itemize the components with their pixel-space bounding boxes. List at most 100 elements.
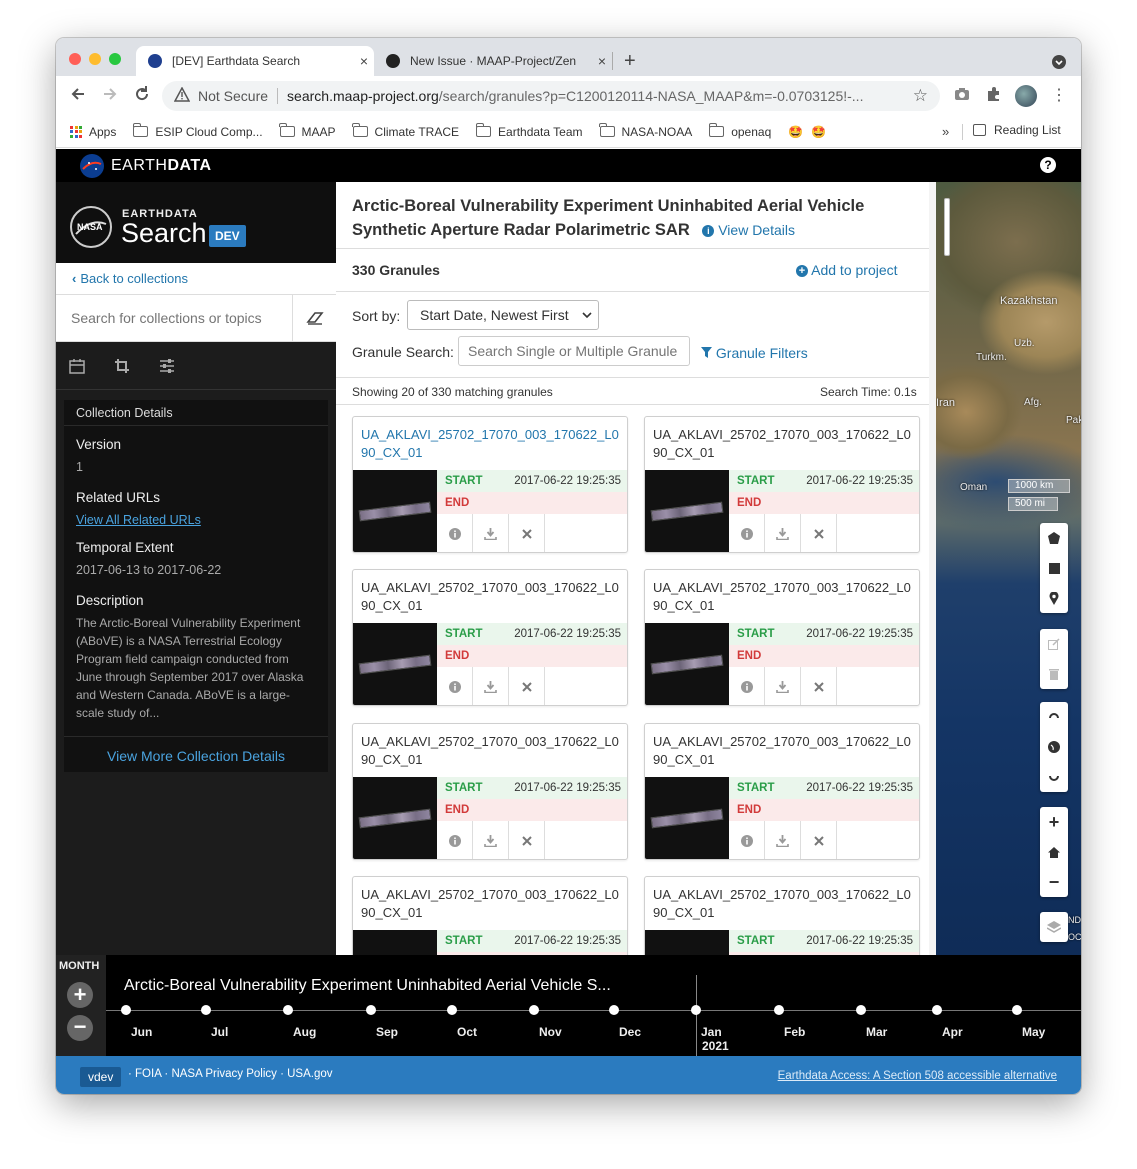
timeline-month-marker[interactable] <box>774 1005 784 1015</box>
granule-id[interactable]: UA_AKLAVI_25702_17070_003_170622_L090_CX… <box>361 733 623 769</box>
panel-resize-handle[interactable] <box>944 198 950 256</box>
back-arrow-icon[interactable] <box>66 84 90 108</box>
download-icon[interactable] <box>765 667 801 705</box>
new-tab-button[interactable]: + <box>624 50 636 73</box>
edit-shape-icon[interactable] <box>1040 629 1068 659</box>
timeline-month-marker[interactable] <box>121 1005 131 1015</box>
timeline-month-label[interactable]: Oct <box>457 1025 477 1039</box>
bookmark-climate-trace[interactable]: Climate TRACE <box>352 123 459 139</box>
download-icon[interactable] <box>473 514 509 552</box>
reload-icon[interactable] <box>130 84 154 108</box>
granule-card[interactable]: UA_AKLAVI_25702_17070_003_170622_L090_CX… <box>352 569 628 706</box>
timeline-month-label[interactable]: Sep <box>376 1025 398 1039</box>
info-icon[interactable] <box>437 514 473 552</box>
granule-card[interactable]: UA_AKLAVI_25702_17070_003_170622_L090_CX… <box>644 416 920 553</box>
granule-thumbnail[interactable] <box>353 470 437 552</box>
granule-card[interactable]: UA_AKLAVI_25702_17070_003_170622_L090_CX… <box>644 876 920 955</box>
granule-id[interactable]: UA_AKLAVI_25702_17070_003_170622_L090_CX… <box>361 886 623 922</box>
bookmark-earthdata-team[interactable]: Earthdata Team <box>475 123 583 139</box>
zoom-in-icon[interactable]: + <box>1040 807 1068 837</box>
collection-search-input[interactable] <box>56 295 292 341</box>
tab-search-icon[interactable] <box>1052 55 1066 69</box>
bookmark-emoji-1[interactable]: 🤩 <box>788 125 803 139</box>
tab-earthdata-search[interactable]: [DEV] Earthdata Search × <box>136 46 374 76</box>
timeline-zoom-out-icon[interactable]: − <box>67 1015 93 1041</box>
granule-thumbnail[interactable] <box>353 623 437 705</box>
draw-polygon-icon[interactable] <box>1040 523 1068 553</box>
granule-thumbnail[interactable] <box>645 930 729 955</box>
info-icon[interactable] <box>729 667 765 705</box>
bookmark-maap[interactable]: MAAP <box>279 123 336 139</box>
map-view[interactable]: Kazakhstan Uzb. Turkm. Afg. Pak Iran Oma… <box>936 182 1081 955</box>
bookmark-openaq[interactable]: openaq <box>708 123 771 139</box>
granule-search-input[interactable] <box>458 336 690 366</box>
more-menu-icon[interactable]: ⋮ <box>1047 84 1071 108</box>
map-marker-icon[interactable] <box>1040 583 1068 613</box>
sort-select[interactable]: Start Date, Newest First <box>407 300 599 330</box>
granule-thumbnail[interactable] <box>645 470 729 552</box>
info-icon[interactable] <box>437 821 473 859</box>
timeline-month-label[interactable]: Nov <box>539 1025 562 1039</box>
timeline-month-marker[interactable] <box>691 1005 701 1015</box>
forward-arrow-icon[interactable] <box>98 84 122 108</box>
nasa-meatball-icon[interactable] <box>80 154 104 178</box>
granule-thumbnail[interactable] <box>645 623 729 705</box>
granule-thumbnail[interactable] <box>353 930 437 955</box>
layers-icon[interactable] <box>1040 912 1068 942</box>
granule-thumbnail[interactable] <box>645 777 729 859</box>
tab-new-issue[interactable]: New Issue · MAAP-Project/Zen × <box>374 46 612 76</box>
timeline-month-label[interactable]: Apr <box>942 1025 963 1039</box>
extensions-puzzle-icon[interactable] <box>982 84 1006 108</box>
back-to-collections-link[interactable]: ‹ Back to collections <box>56 263 336 295</box>
view-details-link[interactable]: i View Details <box>702 222 795 238</box>
bookmark-star-icon[interactable]: ☆ <box>913 86 928 106</box>
reading-list-button[interactable]: Reading List <box>973 123 1061 137</box>
help-icon[interactable]: ? <box>1040 157 1056 173</box>
download-icon[interactable] <box>473 667 509 705</box>
timeline-month-marker[interactable] <box>529 1005 539 1015</box>
timeline-month-label[interactable]: Aug <box>293 1025 316 1039</box>
timeline-month-label[interactable]: Jul <box>211 1025 228 1039</box>
profile-avatar[interactable] <box>1015 85 1037 107</box>
minimize-window-button[interactable] <box>89 53 101 65</box>
timeline-zoom-in-icon[interactable]: + <box>67 982 93 1008</box>
granule-filters-button[interactable]: Granule Filters <box>701 345 808 361</box>
bookmark-emoji-2[interactable]: 🤩 <box>811 125 826 139</box>
download-icon[interactable] <box>473 821 509 859</box>
clear-search-eraser-icon[interactable] <box>292 295 336 341</box>
section-508-link[interactable]: Earthdata Access: A Section 508 accessib… <box>778 1070 1057 1082</box>
zoom-window-button[interactable] <box>109 53 121 65</box>
info-icon[interactable] <box>437 667 473 705</box>
download-icon[interactable] <box>765 821 801 859</box>
granule-card[interactable]: UA_AKLAVI_25702_17070_003_170622_L090_CX… <box>352 723 628 860</box>
granule-id[interactable]: UA_AKLAVI_25702_17070_003_170622_L090_CX… <box>653 579 915 615</box>
add-to-project-button[interactable]: + Add to project <box>796 262 898 278</box>
granule-id[interactable]: UA_AKLAVI_25702_17070_003_170622_L090_CX… <box>653 733 915 769</box>
crop-icon[interactable] <box>114 358 130 377</box>
nasa-logo-icon[interactable]: NASA <box>70 206 112 248</box>
results-scrollbar[interactable] <box>929 182 936 955</box>
granule-card[interactable]: UA_AKLAVI_25702_17070_003_170622_L090_CX… <box>644 723 920 860</box>
granule-thumbnail[interactable] <box>353 777 437 859</box>
remove-x-icon[interactable] <box>509 667 545 705</box>
timeline-month-marker[interactable] <box>447 1005 457 1015</box>
bookmark-apps[interactable]: Apps <box>70 125 116 139</box>
zoom-out-icon[interactable]: − <box>1040 867 1068 897</box>
timeline-month-marker[interactable] <box>283 1005 293 1015</box>
granule-id[interactable]: UA_AKLAVI_25702_17070_003_170622_L090_CX… <box>361 426 623 462</box>
timeline-month-label[interactable]: Mar <box>866 1025 887 1039</box>
footer-links[interactable]: · FOIA · NASA Privacy Policy · USA.gov <box>128 1068 333 1080</box>
security-label[interactable]: Not Secure <box>198 88 268 104</box>
remove-x-icon[interactable] <box>801 667 837 705</box>
home-icon[interactable] <box>1040 837 1068 867</box>
granule-id[interactable]: UA_AKLAVI_25702_17070_003_170622_L090_CX… <box>653 886 915 922</box>
timeline-month-marker[interactable] <box>856 1005 866 1015</box>
timeline-month-marker[interactable] <box>366 1005 376 1015</box>
remove-x-icon[interactable] <box>509 821 545 859</box>
earthdata-brand[interactable]: EARTHDATA <box>111 157 212 175</box>
antarctic-projection-icon[interactable] <box>1040 762 1068 792</box>
granule-card[interactable]: UA_AKLAVI_25702_17070_003_170622_L090_CX… <box>644 569 920 706</box>
close-tab-icon[interactable]: × <box>592 53 612 69</box>
remove-x-icon[interactable] <box>801 514 837 552</box>
sliders-icon[interactable] <box>159 358 175 377</box>
